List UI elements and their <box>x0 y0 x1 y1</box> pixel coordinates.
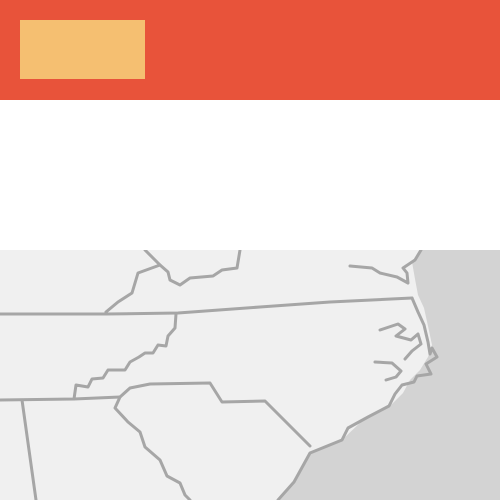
header-placeholder-block[interactable] <box>20 20 145 79</box>
map-view[interactable] <box>0 250 500 500</box>
page <box>0 0 500 500</box>
map-svg <box>0 250 500 500</box>
content-area <box>0 100 500 250</box>
header-bar <box>0 0 500 100</box>
